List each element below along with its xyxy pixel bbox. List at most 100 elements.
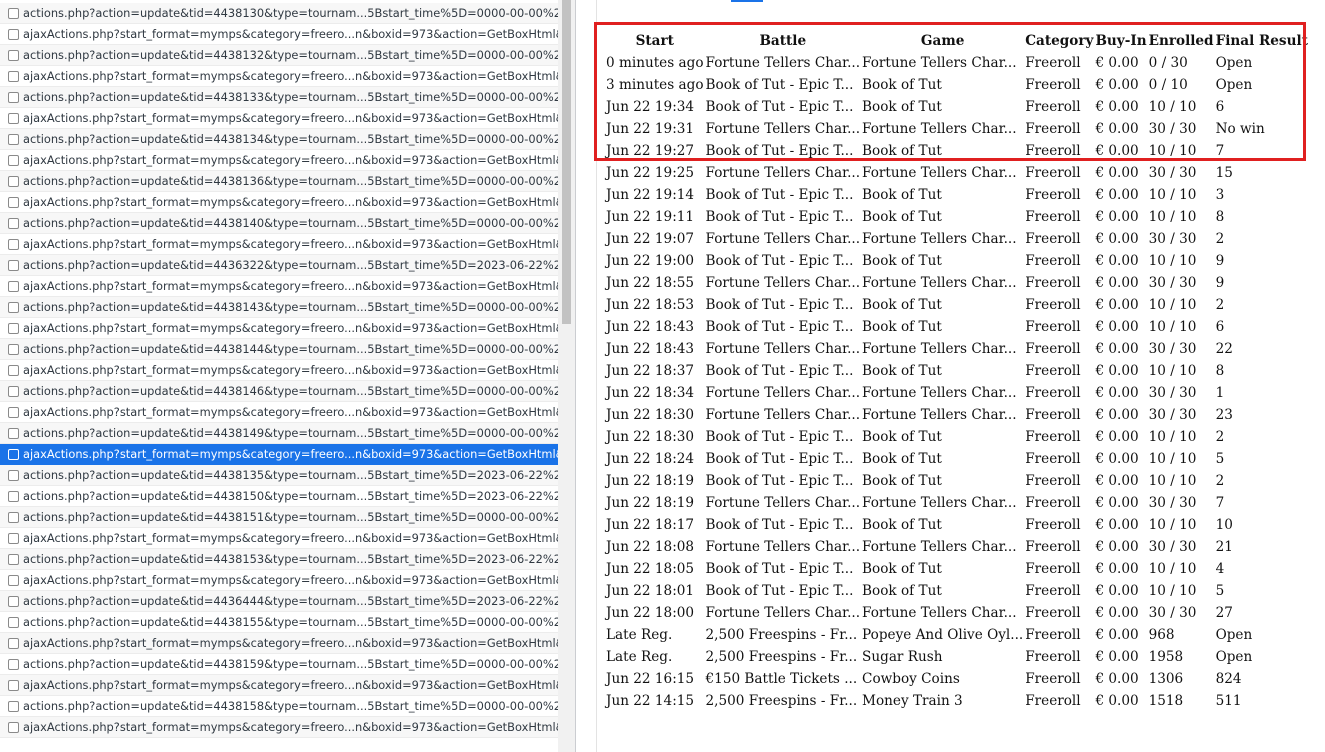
request-row[interactable]: actions.php?action=update&tid=4436444&ty… <box>0 591 558 612</box>
request-row[interactable]: actions.php?action=update&tid=4438159&ty… <box>0 654 558 675</box>
request-checkbox[interactable] <box>8 407 19 418</box>
request-row[interactable]: actions.php?action=update&tid=4438155&ty… <box>0 612 558 633</box>
request-row[interactable]: ajaxActions.php?start_format=mymps&categ… <box>0 276 558 297</box>
request-checkbox[interactable] <box>8 197 19 208</box>
cell-start: Jun 22 18:55 <box>606 275 695 291</box>
request-row[interactable]: actions.php?action=update&tid=4438130&ty… <box>0 3 558 24</box>
cell-buy-in: € 0.00 <box>1095 495 1139 511</box>
cell-start: Jun 22 18:08 <box>606 539 695 555</box>
request-checkbox[interactable] <box>8 176 19 187</box>
cell-game: Fortune Tellers Char... <box>862 495 1017 511</box>
request-row[interactable]: actions.php?action=update&tid=4438133&ty… <box>0 87 558 108</box>
request-row[interactable]: actions.php?action=update&tid=4438144&ty… <box>0 339 558 360</box>
request-list-scrollbar-thumb[interactable] <box>562 0 571 324</box>
request-checkbox[interactable] <box>8 470 19 481</box>
request-checkbox[interactable] <box>8 218 19 229</box>
request-checkbox[interactable] <box>8 617 19 628</box>
request-checkbox[interactable] <box>8 71 19 82</box>
cell-game: Fortune Tellers Char... <box>862 275 1017 291</box>
cell-enrolled: 30 / 30 <box>1148 121 1197 137</box>
request-checkbox[interactable] <box>8 596 19 607</box>
request-checkbox[interactable] <box>8 722 19 733</box>
request-checkbox[interactable] <box>8 365 19 376</box>
request-checkbox[interactable] <box>8 533 19 544</box>
request-checkbox[interactable] <box>8 323 19 334</box>
request-checkbox[interactable] <box>8 449 19 460</box>
request-checkbox[interactable] <box>8 134 19 145</box>
request-checkbox[interactable] <box>8 260 19 271</box>
cell-final-result: 7 <box>1215 495 1225 511</box>
request-row[interactable]: ajaxActions.php?start_format=mymps&categ… <box>0 402 558 423</box>
header-category: Category <box>1025 33 1094 49</box>
request-row[interactable]: actions.php?action=update&tid=4438132&ty… <box>0 45 558 66</box>
header-battle: Battle <box>759 33 807 49</box>
cell-start: Jun 22 19:34 <box>606 99 695 115</box>
request-row[interactable]: actions.php?action=update&tid=4438149&ty… <box>0 423 558 444</box>
request-checkbox[interactable] <box>8 512 19 523</box>
request-checkbox[interactable] <box>8 302 19 313</box>
cell-start: Jun 22 18:34 <box>606 385 695 401</box>
request-row[interactable]: ajaxActions.php?start_format=mymps&categ… <box>0 675 558 696</box>
table-row: Jun 22 18:05 Book of Tut - Epic T... Book … <box>605 558 1309 580</box>
request-row[interactable]: ajaxActions.php?start_format=mymps&categ… <box>0 633 558 654</box>
request-row[interactable]: ajaxActions.php?start_format=mymps&categ… <box>0 528 558 549</box>
request-row[interactable]: ajaxActions.php?start_format=mymps&categ… <box>0 570 558 591</box>
request-checkbox[interactable] <box>8 344 19 355</box>
request-row[interactable]: actions.php?action=update&tid=4438140&ty… <box>0 213 558 234</box>
request-row[interactable]: ajaxActions.php?start_format=mymps&categ… <box>0 192 558 213</box>
request-row[interactable]: actions.php?action=update&tid=4438153&ty… <box>0 549 558 570</box>
request-checkbox[interactable] <box>8 701 19 712</box>
request-row[interactable]: actions.php?action=update&tid=4438150&ty… <box>0 486 558 507</box>
cell-final-result: 23 <box>1215 407 1233 423</box>
request-row[interactable]: ajaxActions.php?start_format=mymps&categ… <box>0 318 558 339</box>
cell-battle: Book of Tut - Epic T... <box>705 187 854 203</box>
request-row[interactable]: ajaxActions.php?start_format=mymps&categ… <box>0 444 558 465</box>
request-row[interactable]: ajaxActions.php?start_format=mymps&categ… <box>0 66 558 87</box>
table-row: Jun 22 18:19 Fortune Tellers Char... Fortu… <box>605 492 1309 514</box>
request-checkbox[interactable] <box>8 386 19 397</box>
request-checkbox[interactable] <box>8 113 19 124</box>
request-checkbox[interactable] <box>8 29 19 40</box>
request-checkbox[interactable] <box>8 554 19 565</box>
cell-final-result: 7 <box>1215 143 1225 159</box>
cell-battle: Fortune Tellers Char... <box>705 275 861 291</box>
cell-category: Freeroll <box>1025 363 1081 379</box>
request-checkbox[interactable] <box>8 239 19 250</box>
request-checkbox[interactable] <box>8 50 19 61</box>
request-checkbox[interactable] <box>8 575 19 586</box>
request-row[interactable]: ajaxActions.php?start_format=mymps&categ… <box>0 108 558 129</box>
request-row[interactable]: actions.php?action=update&tid=4438136&ty… <box>0 171 558 192</box>
cell-battle: Fortune Tellers Char... <box>705 165 861 181</box>
cell-buy-in: € 0.00 <box>1095 209 1139 225</box>
request-row[interactable]: actions.php?action=update&tid=4438135&ty… <box>0 465 558 486</box>
request-row[interactable]: ajaxActions.php?start_format=mymps&categ… <box>0 717 558 738</box>
request-row[interactable]: ajaxActions.php?start_format=mymps&categ… <box>0 150 558 171</box>
request-row[interactable]: actions.php?action=update&tid=4438134&ty… <box>0 129 558 150</box>
request-row[interactable]: actions.php?action=update&tid=4438146&ty… <box>0 381 558 402</box>
request-checkbox[interactable] <box>8 638 19 649</box>
request-row[interactable]: actions.php?action=update&tid=4438143&ty… <box>0 297 558 318</box>
request-row[interactable]: ajaxActions.php?start_format=mymps&categ… <box>0 360 558 381</box>
request-url: ajaxActions.php?start_format=mymps&categ… <box>23 573 558 587</box>
cell-game: Cowboy Coins <box>862 671 960 687</box>
cell-final-result: 15 <box>1215 165 1233 181</box>
request-checkbox[interactable] <box>8 8 19 19</box>
request-row[interactable]: actions.php?action=update&tid=4438151&ty… <box>0 507 558 528</box>
request-row[interactable]: actions.php?action=update&tid=4438158&ty… <box>0 696 558 717</box>
request-row[interactable]: ajaxActions.php?start_format=mymps&categ… <box>0 24 558 45</box>
request-url: ajaxActions.php?start_format=mymps&categ… <box>23 153 558 167</box>
request-checkbox[interactable] <box>8 281 19 292</box>
cell-buy-in: € 0.00 <box>1095 693 1139 709</box>
cell-buy-in: € 0.00 <box>1095 671 1139 687</box>
request-row[interactable]: ajaxActions.php?start_format=mymps&categ… <box>0 234 558 255</box>
cell-buy-in: € 0.00 <box>1095 253 1139 269</box>
cell-start: Jun 22 16:15 <box>606 671 695 687</box>
request-checkbox[interactable] <box>8 155 19 166</box>
request-checkbox[interactable] <box>8 680 19 691</box>
request-row[interactable]: actions.php?action=update&tid=4436322&ty… <box>0 255 558 276</box>
cell-category: Freeroll <box>1025 209 1081 225</box>
request-checkbox[interactable] <box>8 491 19 502</box>
request-checkbox[interactable] <box>8 428 19 439</box>
request-checkbox[interactable] <box>8 659 19 670</box>
request-checkbox[interactable] <box>8 92 19 103</box>
